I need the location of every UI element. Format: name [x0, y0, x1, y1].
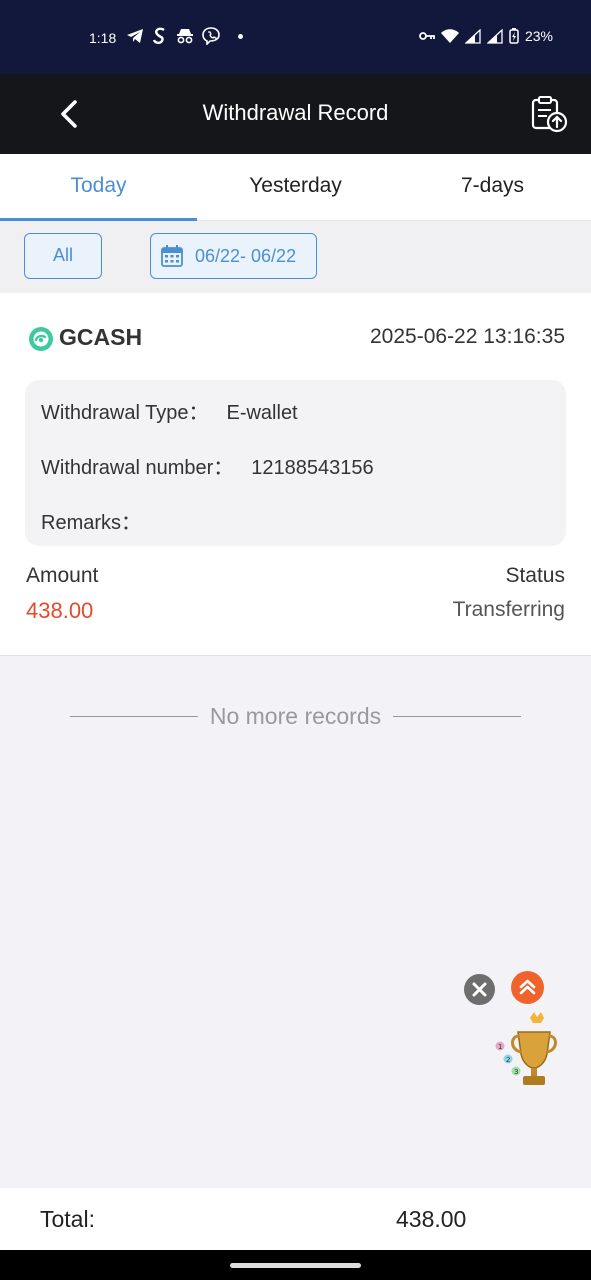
filter-bar: All 06/22- 06/22 — [0, 221, 591, 293]
withdrawal-record-card[interactable]: GCASH 2025-06-22 13:16:35 Withdrawal Typ… — [0, 293, 591, 656]
close-icon — [472, 982, 487, 997]
record-details: Withdrawal Type： E-wallet Withdrawal numb… — [25, 380, 566, 546]
telegram-icon — [127, 29, 143, 43]
amount-label: Amount — [26, 564, 99, 587]
divider-right — [393, 715, 521, 717]
trophy-icon: 1 2 3 — [495, 1012, 557, 1085]
system-icons: 23% — [419, 28, 553, 44]
export-record-button[interactable] — [529, 94, 569, 134]
app-header: Withdrawal Record — [0, 74, 591, 154]
end-of-list: No more records — [70, 702, 521, 730]
close-floating-button[interactable] — [464, 974, 495, 1005]
remarks-label: Remarks： — [41, 512, 142, 534]
tab-yesterday[interactable]: Yesterday — [197, 154, 394, 220]
signal-icon — [464, 28, 481, 44]
date-range-button[interactable]: 06/22- 06/22 — [150, 233, 317, 279]
no-more-records-text: No more records — [209, 702, 382, 729]
withdrawal-number-value: 12188543156 — [251, 457, 374, 479]
provider-name: GCASH — [59, 324, 143, 350]
total-value: 438.00 — [396, 1206, 467, 1232]
trophy-leaderboard-button[interactable]: 1 2 3 — [490, 1010, 560, 1090]
calendar-icon — [161, 245, 183, 267]
clipboard-upload-icon — [531, 96, 568, 133]
more-notifications-dot — [238, 33, 243, 39]
wifi-icon — [440, 29, 459, 43]
svg-text:1: 1 — [498, 1043, 502, 1051]
status-time: 1:18 — [89, 30, 117, 46]
status-bar: 1:18 23% — [0, 0, 591, 74]
withdrawal-type-label: Withdrawal Type： — [41, 402, 209, 424]
notification-icons — [126, 27, 243, 45]
svg-text:2: 2 — [506, 1056, 510, 1064]
page-title: Withdrawal Record — [202, 100, 389, 125]
svg-text:3: 3 — [514, 1068, 518, 1076]
amount-value: 438.00 — [26, 598, 94, 623]
status-label: Status — [505, 564, 565, 587]
battery-icon — [509, 28, 519, 44]
total-bar: Total: 438.00 — [0, 1188, 591, 1250]
date-range-label: 06/22- 06/22 — [195, 245, 297, 266]
scroll-top-button[interactable] — [511, 971, 544, 1004]
home-gesture-handle[interactable] — [230, 1263, 361, 1268]
record-datetime: 2025-06-22 13:16:35 — [370, 325, 565, 348]
double-chevron-up-icon — [519, 979, 536, 995]
battery-percent: 23% — [524, 28, 553, 44]
gcash-logo-icon — [29, 327, 53, 351]
status-value: Transferring — [452, 598, 565, 621]
withdrawal-number-row: Withdrawal number： 12188543156 — [41, 451, 374, 480]
signal-icon-2 — [486, 28, 503, 44]
s-app-icon — [152, 27, 165, 44]
withdrawal-type-row: Withdrawal Type： E-wallet — [41, 396, 298, 425]
tab-7-days[interactable]: 7-days — [394, 154, 591, 220]
withdrawal-number-label: Withdrawal number： — [41, 457, 234, 479]
viber-icon — [202, 27, 220, 45]
incognito-icon — [177, 29, 193, 44]
date-tabs: Today Yesterday 7-days — [0, 154, 591, 221]
withdrawal-type-value: E-wallet — [226, 402, 298, 424]
tab-today[interactable]: Today — [0, 154, 197, 221]
filter-all-button[interactable]: All — [24, 233, 102, 279]
total-label: Total: — [40, 1206, 95, 1232]
system-nav-bar — [0, 1250, 591, 1280]
vpn-key-icon — [419, 32, 435, 40]
remarks-row: Remarks： — [41, 506, 141, 535]
divider-left — [70, 715, 198, 717]
